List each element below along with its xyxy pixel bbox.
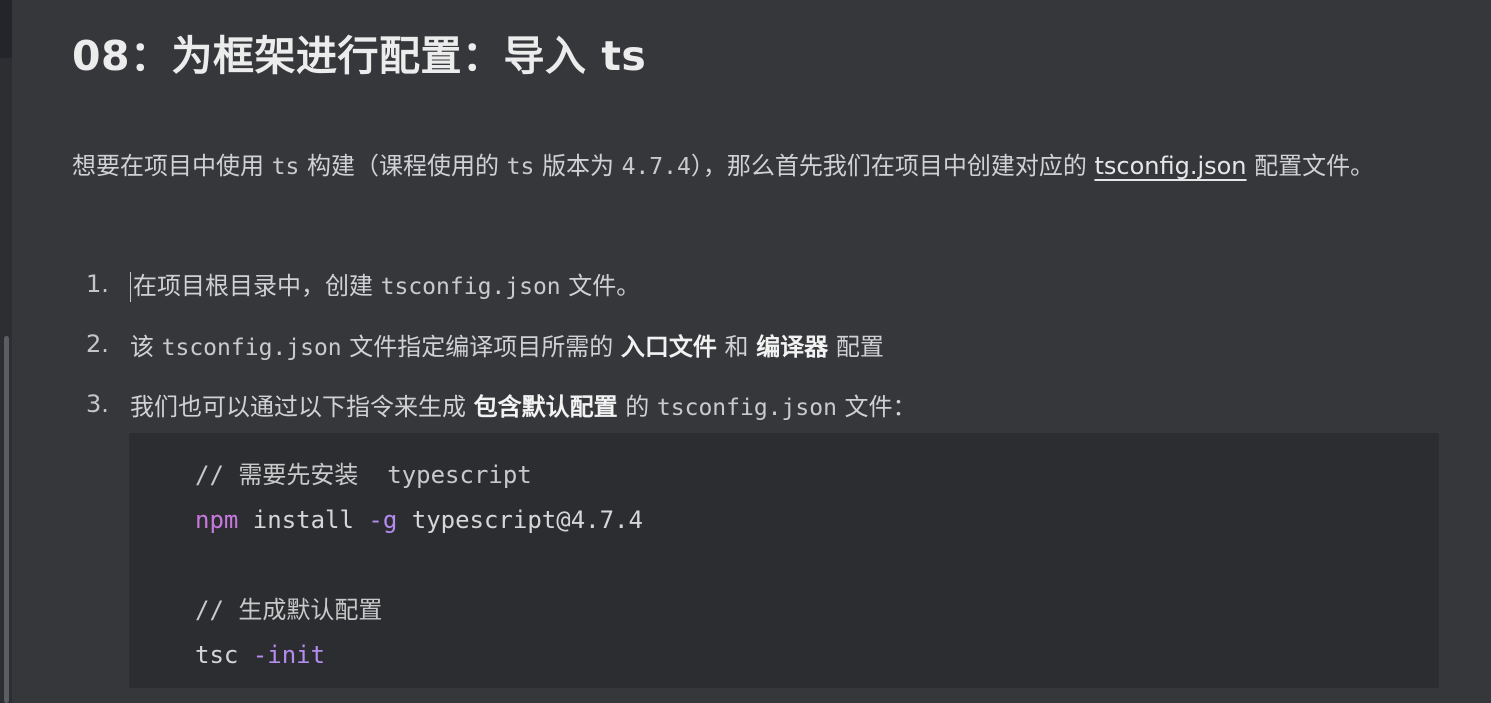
list-item: 2. 该 tsconfig.json 文件指定编译项目所需的 入口文件 和 编译… — [86, 314, 1436, 374]
code-comment-init: // 生成默认配置 — [195, 596, 383, 624]
inline-code-ts-1: ts — [271, 154, 300, 180]
strong-compiler: 编译器 — [756, 332, 829, 361]
code-install: install — [238, 506, 369, 534]
list-number: 2. — [86, 330, 109, 358]
inline-code-tsconfig: tsconfig.json — [380, 274, 561, 300]
inline-code-tsconfig: tsconfig.json — [161, 334, 342, 361]
list-item: 1. 在项目根目录中，创建 tsconfig.json 文件。 — [86, 254, 1436, 314]
inline-code-tsconfig: tsconfig.json — [656, 394, 837, 421]
tsconfig-link[interactable]: tsconfig.json — [1094, 152, 1246, 180]
code-flag-g: -g — [368, 506, 398, 534]
inline-code-version: 4.7.4 — [621, 154, 691, 180]
step1-text-b: 文件。 — [560, 272, 641, 300]
gutter-top — [0, 0, 12, 58]
strong-entry-file: 入口文件 — [620, 332, 717, 361]
intro-text-4: ），那么首先我们在项目中创建对应的 — [690, 152, 1095, 180]
code-block[interactable]: // 需要先安装 typescript npm install -g types… — [129, 433, 1439, 688]
steps-list: 1. 在项目根目录中，创建 tsconfig.json 文件。 2. 该 tsc… — [86, 254, 1436, 434]
code-comment-install: // 需要先安装 typescript — [195, 461, 532, 489]
intro-paragraph: 想要在项目中使用 ts 构建（课程使用的 ts 版本为 4.7.4），那么首先我… — [72, 144, 1437, 190]
list-number: 3. — [86, 390, 109, 418]
step3-text-b: 的 — [617, 392, 657, 421]
page-title: 08：为框架进行配置：导入 ts — [72, 32, 647, 80]
strong-default-config: 包含默认配置 — [473, 392, 618, 421]
step3-text-c: 文件： — [836, 392, 917, 421]
intro-text-2: 构建（课程使用的 — [299, 152, 507, 180]
list-item-text: 该 tsconfig.json 文件指定编译项目所需的 入口文件 和 编译器 配… — [130, 327, 884, 362]
list-item-text: 在项目根目录中，创建 tsconfig.json 文件。 — [130, 266, 640, 302]
list-item: 3. 我们也可以通过以下指令来生成 包含默认配置 的 tsconfig.json… — [86, 374, 1436, 434]
list-item-text: 我们也可以通过以下指令来生成 包含默认配置 的 tsconfig.json 文件… — [130, 387, 917, 422]
intro-text-3: 版本为 — [534, 152, 622, 180]
step2-text-b: 文件指定编译项目所需的 — [341, 332, 621, 361]
left-gutter — [0, 0, 12, 703]
code-content: // 需要先安装 typescript npm install -g types… — [195, 453, 643, 678]
scrollbar[interactable] — [4, 336, 9, 703]
intro-text-5: 配置文件。 — [1246, 152, 1375, 180]
step1-text-a: 在项目根目录中，创建 — [133, 272, 381, 300]
intro-text-1: 想要在项目中使用 — [72, 152, 272, 180]
step2-text-a: 该 — [130, 332, 162, 361]
code-tsc: tsc — [195, 641, 253, 669]
step2-text-c: 和 — [716, 332, 757, 361]
list-number: 1. — [86, 270, 109, 298]
code-package: typescript@4.7.4 — [397, 506, 643, 534]
inline-code-ts-2: ts — [506, 154, 535, 180]
code-keyword-npm: npm — [195, 506, 239, 534]
step2-text-d: 配置 — [828, 332, 884, 361]
text-cursor — [130, 272, 131, 302]
code-flag-init: -init — [252, 641, 326, 669]
step3-text-a: 我们也可以通过以下指令来生成 — [130, 392, 474, 421]
